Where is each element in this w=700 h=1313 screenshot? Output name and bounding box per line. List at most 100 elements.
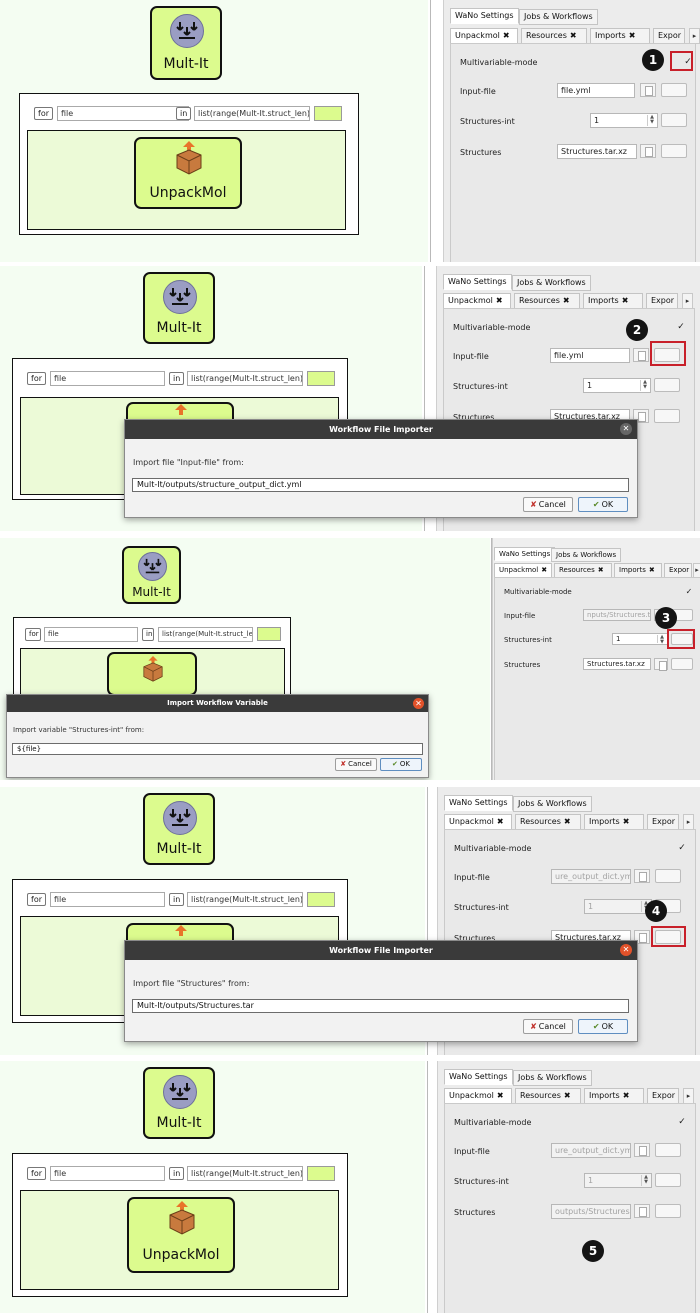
close-icon[interactable]: ✕ xyxy=(620,944,632,956)
tab-wano-settings[interactable]: WaNo Settings xyxy=(444,795,513,811)
tab-jobs-workflows[interactable]: Jobs & Workflows xyxy=(513,1070,592,1086)
close-icon[interactable]: ✖ xyxy=(497,1091,504,1100)
tab-unpackmol[interactable]: Unpackmol ✖ xyxy=(450,28,518,44)
splitter[interactable] xyxy=(430,0,431,262)
unpackmol-node[interactable] xyxy=(107,652,197,696)
loop-apply-button[interactable] xyxy=(307,1166,335,1181)
tab-jobs-workflows[interactable]: Jobs & Workflows xyxy=(519,9,598,25)
structures-int-spinbox[interactable]: 1▲▼ xyxy=(590,113,658,128)
mult-it-node[interactable]: Mult-It xyxy=(122,546,181,604)
tab-scroll-right-icon[interactable]: ▸ xyxy=(689,28,700,44)
loop-expression-input[interactable]: list(range(Mult-It.struct_len)) xyxy=(187,1166,303,1181)
file-browse-icon[interactable] xyxy=(640,144,656,158)
workflow-canvas[interactable]: Mult-It for file in list(range(Mult-It.s… xyxy=(0,1061,425,1313)
import-path-input[interactable]: Mult-It/outputs/structure_output_dict.ym… xyxy=(132,478,629,492)
close-icon[interactable]: ✕ xyxy=(620,423,632,435)
file-browse-icon[interactable] xyxy=(654,658,668,671)
close-icon[interactable]: ✖ xyxy=(563,296,570,305)
ok-button[interactable]: ✔ OK xyxy=(380,758,422,771)
spin-arrows-icon[interactable]: ▲▼ xyxy=(647,115,656,126)
import-button[interactable] xyxy=(655,1143,681,1157)
close-icon[interactable]: ✖ xyxy=(623,817,630,826)
structures-int-spinbox[interactable]: 1▲▼ xyxy=(583,378,651,393)
tab-resources[interactable]: Resources ✖ xyxy=(515,814,581,830)
import-button[interactable] xyxy=(654,409,680,423)
close-icon[interactable]: ✖ xyxy=(598,566,604,574)
tab-resources[interactable]: Resources ✖ xyxy=(514,293,580,309)
import-button[interactable] xyxy=(655,1204,681,1218)
import-path-input[interactable]: Mult-It/outputs/Structures.tar xyxy=(132,999,629,1013)
structures-field[interactable]: outputs/Structures.tar xyxy=(551,1204,631,1219)
loop-variable-input[interactable]: file xyxy=(44,627,138,642)
cancel-button[interactable]: ✘ Cancel xyxy=(335,758,377,771)
multivariable-checkbox[interactable]: ✓ xyxy=(677,1117,687,1127)
tab-scroll-right-icon[interactable]: ▸ xyxy=(693,563,700,578)
structures-int-spinbox[interactable]: 1▲▼ xyxy=(612,633,668,645)
tab-unpackmol[interactable]: Unpackmol ✖ xyxy=(494,563,552,578)
ok-button[interactable]: ✔ OK xyxy=(578,497,628,512)
close-icon[interactable]: ✖ xyxy=(629,31,636,40)
file-browse-icon[interactable] xyxy=(634,1143,650,1157)
tab-jobs-workflows[interactable]: Jobs & Workflows xyxy=(513,796,592,812)
tab-wano-settings[interactable]: WaNo Settings xyxy=(444,1069,513,1085)
file-browse-icon[interactable] xyxy=(633,348,649,362)
input-file-field[interactable]: file.yml xyxy=(557,83,635,98)
cancel-button[interactable]: ✘ Cancel xyxy=(523,497,573,512)
import-button[interactable] xyxy=(671,658,693,670)
tab-export[interactable]: Expor xyxy=(653,28,685,44)
close-icon[interactable]: ✖ xyxy=(497,817,504,826)
tab-export[interactable]: Expor xyxy=(646,293,678,309)
import-button[interactable] xyxy=(661,144,687,158)
input-file-field[interactable]: nputs/Structures.tar xyxy=(583,609,651,621)
tab-scroll-right-icon[interactable]: ▸ xyxy=(682,293,693,309)
tab-imports[interactable]: Imports ✖ xyxy=(584,814,644,830)
ok-button[interactable]: ✔ OK xyxy=(578,1019,628,1034)
multivariable-checkbox[interactable]: ✓ xyxy=(676,322,686,332)
structures-int-spinbox[interactable]: 1▲▼ xyxy=(584,899,652,914)
import-button[interactable] xyxy=(654,378,680,392)
tab-jobs-workflows[interactable]: Jobs & Workflows xyxy=(551,548,622,562)
input-file-field[interactable]: ure_output_dict.yml xyxy=(551,1143,631,1158)
tab-export[interactable]: Expor xyxy=(647,814,679,830)
close-icon[interactable]: ✖ xyxy=(564,817,571,826)
close-icon[interactable]: ✖ xyxy=(622,296,629,305)
tab-wano-settings[interactable]: WaNo Settings xyxy=(443,274,512,290)
import-button[interactable] xyxy=(655,869,681,883)
close-icon[interactable]: ✖ xyxy=(564,1091,571,1100)
close-icon[interactable]: ✖ xyxy=(649,566,655,574)
splitter[interactable] xyxy=(427,1061,428,1313)
loop-expression-input[interactable]: list(range(Mult-It.struct_len)) xyxy=(187,371,303,386)
mult-it-node[interactable]: Mult-It xyxy=(143,793,215,865)
tab-export[interactable]: Expor xyxy=(647,1088,679,1104)
loop-apply-button[interactable] xyxy=(257,627,281,641)
close-icon[interactable]: ✖ xyxy=(496,296,503,305)
structures-field[interactable]: Structures.tar.xz xyxy=(583,658,651,670)
spin-arrows-icon[interactable]: ▲▼ xyxy=(657,635,666,644)
tab-unpackmol[interactable]: Unpackmol ✖ xyxy=(444,814,512,830)
close-icon[interactable]: ✖ xyxy=(570,31,577,40)
spin-arrows-icon[interactable]: ▲▼ xyxy=(640,380,649,391)
close-icon[interactable]: ✕ xyxy=(413,698,424,709)
tab-resources[interactable]: Resources ✖ xyxy=(554,563,612,578)
tab-imports[interactable]: Imports ✖ xyxy=(583,293,643,309)
tab-scroll-right-icon[interactable]: ▸ xyxy=(683,1088,694,1104)
multivariable-checkbox[interactable]: ✓ xyxy=(677,843,687,853)
tab-wano-settings[interactable]: WaNo Settings xyxy=(450,8,519,24)
close-icon[interactable]: ✖ xyxy=(541,566,547,574)
cancel-button[interactable]: ✘ Cancel xyxy=(523,1019,573,1034)
input-file-field[interactable]: ure_output_dict.yml xyxy=(551,869,631,884)
input-file-field[interactable]: file.yml xyxy=(550,348,630,363)
tab-jobs-workflows[interactable]: Jobs & Workflows xyxy=(512,275,591,291)
loop-apply-button[interactable] xyxy=(307,371,335,386)
loop-apply-button[interactable] xyxy=(307,892,335,907)
mult-it-node[interactable]: Mult-It xyxy=(143,1067,215,1139)
loop-expression-input[interactable]: list(range(Mult-It.struct_len)) xyxy=(158,627,253,642)
structures-field[interactable]: Structures.tar.xz xyxy=(557,144,637,159)
file-browse-icon[interactable] xyxy=(634,1204,650,1218)
import-button[interactable] xyxy=(655,1173,681,1187)
import-button[interactable] xyxy=(661,83,687,97)
loop-apply-button[interactable] xyxy=(314,106,342,121)
tab-wano-settings[interactable]: WaNo Settings xyxy=(494,547,556,561)
tab-unpackmol[interactable]: Unpackmol ✖ xyxy=(443,293,511,309)
close-icon[interactable]: ✖ xyxy=(503,31,510,40)
